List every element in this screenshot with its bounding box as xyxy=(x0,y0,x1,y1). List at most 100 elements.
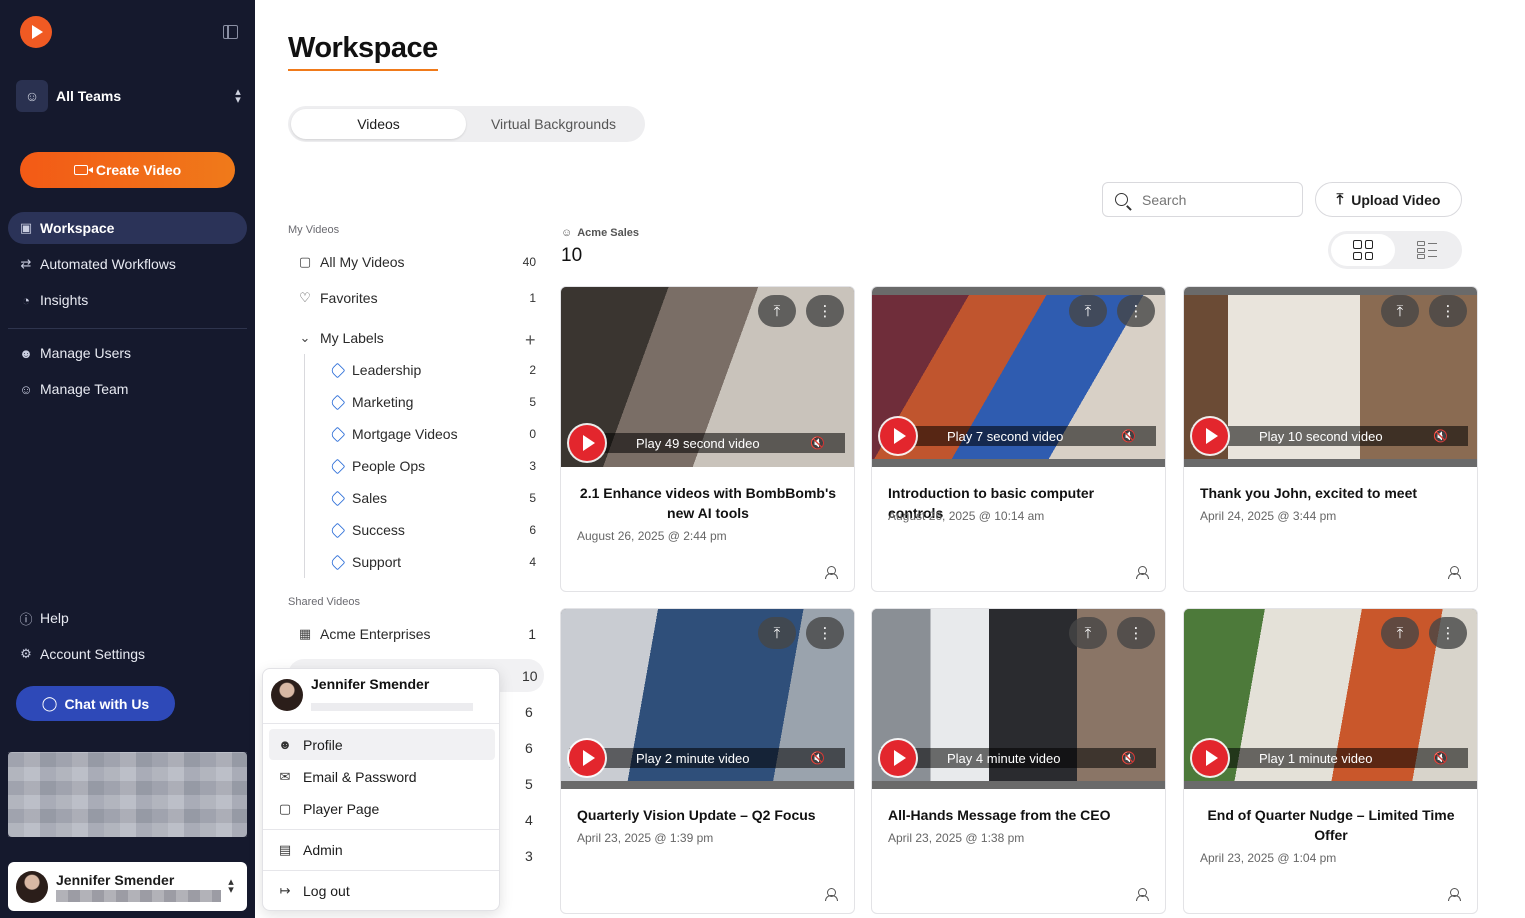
create-video-button[interactable]: Create Video xyxy=(20,152,235,188)
share-icon[interactable]: ⤒ xyxy=(1069,617,1107,649)
video-thumbnail[interactable]: ⤒ ⋮ Play 10 second video 🔇 xyxy=(1184,287,1477,467)
more-options-icon[interactable]: ⋮ xyxy=(806,617,844,649)
label-item-sales[interactable]: Sales 5 xyxy=(320,484,546,512)
video-thumbnail[interactable]: ⤒ ⋮ Play 49 second video 🔇 xyxy=(561,287,854,467)
search-icon xyxy=(1115,193,1128,206)
nav-manage-users[interactable]: ☻ Manage Users xyxy=(8,337,247,369)
shared-acme-enterprises[interactable]: ▦ Acme Enterprises 1 xyxy=(288,620,546,648)
mute-icon[interactable]: 🔇 xyxy=(1433,751,1448,765)
nav-help[interactable]: ⓘ Help xyxy=(8,602,247,634)
more-options-icon[interactable]: ⋮ xyxy=(1429,295,1467,327)
share-icon[interactable]: ⤒ xyxy=(758,617,796,649)
tab-videos[interactable]: Videos xyxy=(291,109,466,139)
nav-workspace[interactable]: ▣ Workspace xyxy=(8,212,247,244)
video-card[interactable]: ⤒ ⋮ Play 1 minute video 🔇 End of Quarter… xyxy=(1183,608,1478,914)
more-options-icon[interactable]: ⋮ xyxy=(1117,295,1155,327)
grid-view-button[interactable] xyxy=(1331,234,1395,266)
mute-icon[interactable]: 🔇 xyxy=(1433,429,1448,443)
label-item-count: 4 xyxy=(529,555,536,569)
nav-insights[interactable]: ◔ Insights xyxy=(8,284,247,316)
video-card[interactable]: ⤒ ⋮ Play 4 minute video 🔇 All-Hands Mess… xyxy=(871,608,1166,914)
video-camera-icon: ▢ xyxy=(278,800,292,816)
video-card[interactable]: ⤒ ⋮ Play 10 second video 🔇 Thank you Joh… xyxy=(1183,286,1478,592)
video-title[interactable]: Quarterly Vision Update – Q2 Focus xyxy=(577,805,839,825)
shared-count: 4 xyxy=(525,812,533,828)
collapse-sidebar-icon[interactable] xyxy=(223,25,238,39)
more-options-icon[interactable]: ⋮ xyxy=(1429,617,1467,649)
more-options-icon[interactable]: ⋮ xyxy=(806,295,844,327)
menu-item-player-page[interactable]: ▢ Player Page xyxy=(269,793,495,824)
label-item-leadership[interactable]: Leadership 2 xyxy=(320,356,546,384)
more-options-icon[interactable]: ⋮ xyxy=(1117,617,1155,649)
video-card[interactable]: ⤒ ⋮ Play 2 minute video 🔇 Quarterly Visi… xyxy=(560,608,855,914)
building-icon: ▦ xyxy=(298,626,312,641)
mute-icon[interactable]: 🔇 xyxy=(1121,429,1136,443)
label-item-label: People Ops xyxy=(352,458,426,474)
video-title[interactable]: End of Quarter Nudge – Limited Time Offe… xyxy=(1200,805,1462,845)
label-item-people-ops[interactable]: People Ops 3 xyxy=(320,452,546,480)
menu-item-log-out[interactable]: ↦ Log out xyxy=(269,875,495,906)
label-item-label: Marketing xyxy=(352,394,414,410)
menu-item-admin[interactable]: ▤ Admin xyxy=(269,834,495,865)
mute-icon[interactable]: 🔇 xyxy=(1121,751,1136,765)
play-button[interactable] xyxy=(880,418,916,454)
share-icon[interactable]: ⤒ xyxy=(1381,617,1419,649)
upload-video-button[interactable]: ⤒ Upload Video xyxy=(1315,182,1462,217)
video-title[interactable]: 2.1 Enhance videos with BombBomb's new A… xyxy=(577,483,839,523)
nav-automated-workflows[interactable]: ⇄ Automated Workflows xyxy=(8,248,247,280)
nav-account-settings[interactable]: ⚙ Account Settings xyxy=(8,638,247,670)
user-menu-trigger[interactable]: Jennifer Smender ▴ ▾ xyxy=(8,862,247,911)
tab-virtual-backgrounds[interactable]: Virtual Backgrounds xyxy=(466,109,641,139)
label-item-count: 0 xyxy=(529,427,536,441)
label-item-mortgage-videos[interactable]: Mortgage Videos 0 xyxy=(320,420,546,448)
chat-with-us-button[interactable]: ◯ Chat with Us xyxy=(16,686,175,721)
share-icon[interactable]: ⤒ xyxy=(1381,295,1419,327)
team-selector[interactable]: ☺ All Teams ▴ ▾ xyxy=(16,80,244,112)
library-all-my-videos[interactable]: ▢ All My Videos 40 xyxy=(288,248,546,276)
bombbomb-logo-icon[interactable] xyxy=(20,16,52,48)
video-title[interactable]: All-Hands Message from the CEO xyxy=(888,805,1150,825)
menu-item-profile[interactable]: ☻ Profile xyxy=(269,729,495,760)
label-item-support[interactable]: Support 4 xyxy=(320,548,546,576)
video-card[interactable]: ⤒ ⋮ Play 49 second video 🔇 2.1 Enhance v… xyxy=(560,286,855,592)
play-button[interactable] xyxy=(1192,740,1228,776)
play-label: Play 7 second video xyxy=(947,428,1064,444)
play-button[interactable] xyxy=(569,425,605,461)
envelope-icon: ✉ xyxy=(279,768,291,784)
search-input[interactable] xyxy=(1142,191,1282,208)
search-box[interactable] xyxy=(1102,182,1303,217)
workspace-icon: ▣ xyxy=(19,220,33,235)
label-item-marketing[interactable]: Marketing 5 xyxy=(320,388,546,416)
video-thumbnail[interactable]: ⤒ ⋮ Play 7 second video 🔇 xyxy=(872,287,1165,467)
share-icon[interactable]: ⤒ xyxy=(758,295,796,327)
view-toggle xyxy=(1328,231,1462,269)
video-title[interactable]: Thank you John, excited to meet xyxy=(1200,483,1462,503)
video-thumbnail[interactable]: ⤒ ⋮ Play 4 minute video 🔇 xyxy=(872,609,1165,789)
play-button[interactable] xyxy=(1192,418,1228,454)
library-my-labels[interactable]: ⌄ My Labels xyxy=(288,324,546,352)
nav-manage-team[interactable]: ☺ Manage Team xyxy=(8,373,247,405)
list-view-button[interactable] xyxy=(1395,234,1459,266)
owner-icon xyxy=(825,566,838,579)
popup-user-name: Jennifer Smender xyxy=(311,676,430,692)
my-labels-label: My Labels xyxy=(320,330,384,346)
share-icon[interactable]: ⤒ xyxy=(1069,295,1107,327)
video-thumbnail[interactable]: ⤒ ⋮ Play 2 minute video 🔇 xyxy=(561,609,854,789)
video-thumbnail[interactable]: ⤒ ⋮ Play 1 minute video 🔇 xyxy=(1184,609,1477,789)
video-card[interactable]: ⤒ ⋮ Play 7 second video 🔇 Introduction t… xyxy=(871,286,1166,592)
menu-item-email-password[interactable]: ✉ Email & Password xyxy=(269,761,495,792)
nav-workspace-label: Workspace xyxy=(40,220,115,236)
play-button[interactable] xyxy=(569,740,605,776)
mute-icon[interactable]: 🔇 xyxy=(810,751,825,765)
user-menu-popup: Jennifer Smender ☻ Profile ✉ Email & Pas… xyxy=(262,668,500,911)
play-button[interactable] xyxy=(880,740,916,776)
redacted-email xyxy=(311,703,473,711)
shared-count: 10 xyxy=(522,668,538,684)
library-favorites[interactable]: ♡ Favorites 1 xyxy=(288,284,546,312)
nav-manage-users-label: Manage Users xyxy=(40,345,132,361)
add-label-icon[interactable]: + xyxy=(525,330,536,351)
mute-icon[interactable]: 🔇 xyxy=(810,436,825,450)
label-item-success[interactable]: Success 6 xyxy=(320,516,546,544)
owner-icon xyxy=(1136,888,1149,901)
tag-icon xyxy=(326,554,348,570)
